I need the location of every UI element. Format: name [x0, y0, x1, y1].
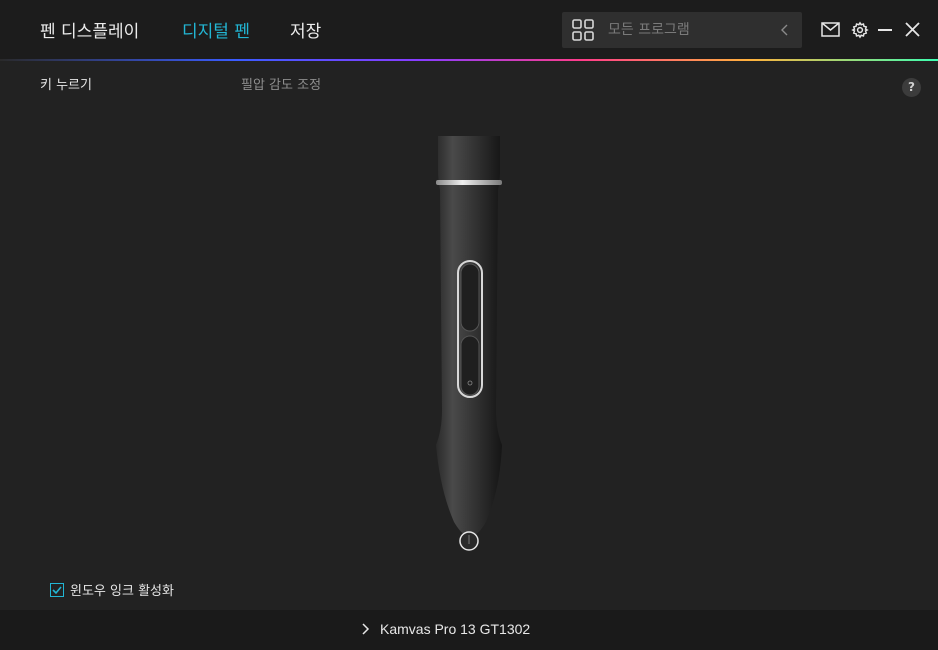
close-icon[interactable] [905, 22, 920, 37]
checkbox-check-icon [52, 585, 62, 594]
chevron-left-icon[interactable] [778, 23, 792, 37]
program-search-box [562, 12, 802, 48]
tab-digital-pen[interactable]: 디지털 펜 [182, 17, 250, 42]
pen-upper-button[interactable] [460, 263, 480, 332]
header-divider [0, 59, 938, 61]
subtab-key-press[interactable]: 키 누르기 [40, 74, 92, 93]
device-name: Kamvas Pro 13 GT1302 [380, 621, 531, 637]
subtab-pressure-sensitivity[interactable]: 필압 감도 조정 [241, 74, 321, 93]
digital-pen-illustration [436, 136, 502, 551]
gear-icon[interactable] [851, 21, 869, 39]
device-selector[interactable]: Kamvas Pro 13 GT1302 [362, 621, 530, 637]
windows-ink-label: 윈도우 잉크 활성화 [70, 584, 174, 599]
windows-ink-option[interactable]: 윈도우 잉크 활성화 [50, 580, 174, 599]
tab-save[interactable]: 저장 [290, 17, 321, 42]
pen-lower-button[interactable] [460, 335, 480, 396]
chevron-right-icon [362, 623, 370, 635]
tab-pen-display[interactable]: 펜 디스플레이 [40, 17, 139, 42]
mail-icon[interactable] [821, 22, 840, 37]
help-icon[interactable]: ? [902, 78, 921, 97]
minimize-icon[interactable] [877, 22, 893, 38]
grid-icon[interactable] [572, 19, 594, 41]
windows-ink-checkbox[interactable] [50, 582, 64, 597]
program-search-input[interactable] [608, 12, 768, 48]
top-bar: 펜 디스플레이 디지털 펜 저장 [0, 0, 938, 60]
